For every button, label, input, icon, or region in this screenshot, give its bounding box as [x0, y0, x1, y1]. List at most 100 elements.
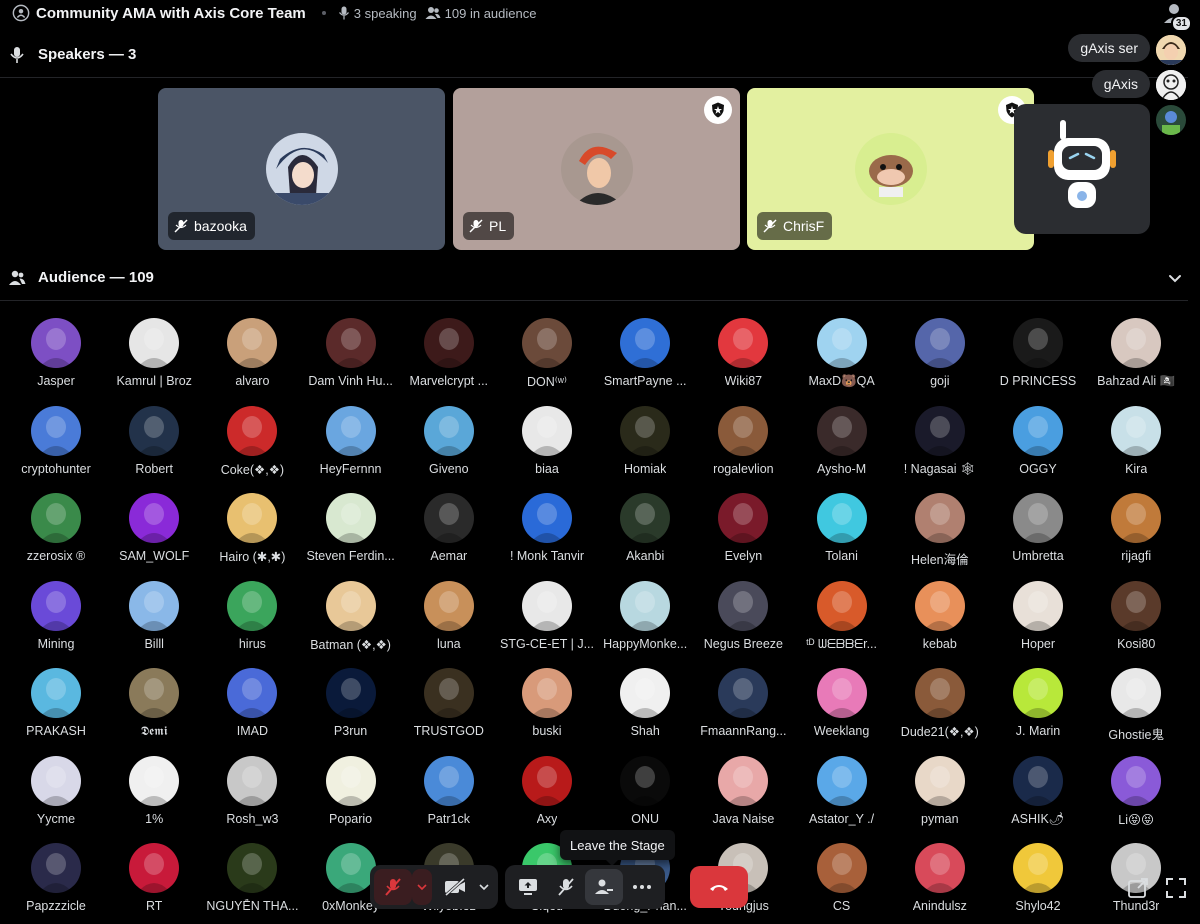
inbox-button[interactable]: 31 [1162, 2, 1192, 32]
audience-member[interactable]: J. Marin [989, 660, 1087, 747]
audience-member[interactable]: Weeklang [793, 660, 891, 747]
speaker-tile[interactable]: bazooka [158, 88, 445, 250]
audience-member[interactable]: Billl [105, 573, 203, 660]
audience-member[interactable]: DON⁽ʷ⁾ [498, 310, 596, 397]
audience-member[interactable]: Yycme [7, 748, 105, 835]
audience-member[interactable]: PRAKASH [7, 660, 105, 747]
audience-member[interactable]: Umbretta [989, 485, 1087, 572]
stage-user-pill[interactable]: gAxis [1091, 70, 1150, 98]
audience-member[interactable]: Patr1ck [400, 748, 498, 835]
audience-member[interactable]: Robert [105, 398, 203, 485]
audience-member[interactable]: Tolani [793, 485, 891, 572]
audience-member[interactable]: Homiak [596, 398, 694, 485]
audience-member[interactable]: Coke(❖,❖) [203, 398, 301, 485]
audience-member[interactable]: ! Monk Tanvir [498, 485, 596, 572]
audience-member[interactable]: Batman (❖,❖) [302, 573, 400, 660]
audience-member[interactable]: luna [400, 573, 498, 660]
audience-member[interactable]: TRUSTGOD [400, 660, 498, 747]
audience-member[interactable]: IMAD [203, 660, 301, 747]
audience-member[interactable]: Jasper [7, 310, 105, 397]
audience-member[interactable]: P3run [302, 660, 400, 747]
audience-member[interactable]: CS [793, 835, 891, 922]
audience-member[interactable]: HappyMonke... [596, 573, 694, 660]
video-options-button[interactable] [474, 869, 494, 905]
audience-member[interactable]: Hairo (✱,✱) [203, 485, 301, 572]
speaker-tile[interactable]: ChrisF [747, 88, 1034, 250]
audience-member[interactable]: Java Naise [694, 748, 792, 835]
audience-member[interactable]: Aemar [400, 485, 498, 572]
audience-member[interactable]: Shah [596, 660, 694, 747]
fullscreen-icon[interactable] [1164, 876, 1188, 900]
audience-member[interactable]: FmaannRang... [694, 660, 792, 747]
audience-member[interactable]: 1% [105, 748, 203, 835]
audience-member[interactable]: RT [105, 835, 203, 922]
audience-member[interactable]: MaxD🐻QA [793, 310, 891, 397]
camera-toggle-button[interactable] [436, 869, 474, 905]
audience-member[interactable]: Popario [302, 748, 400, 835]
audience-member[interactable]: ᵗᴰ ᗯᗴᗷᗷᗴr... [793, 573, 891, 660]
microphone-toggle-button[interactable] [374, 869, 412, 905]
speaker-tile[interactable]: PL [453, 88, 740, 250]
audience-member[interactable]: D PRINCESS [989, 310, 1087, 397]
audience-member[interactable]: ONU [596, 748, 694, 835]
audience-member[interactable]: zzerosix ® [7, 485, 105, 572]
audience-member[interactable]: Kosi80 [1087, 573, 1185, 660]
audience-member[interactable]: Rosh_w3 [203, 748, 301, 835]
audience-member[interactable]: 𝕯𝖊𝖒𝖎 [105, 660, 203, 747]
bot-avatar-card[interactable] [1014, 104, 1150, 234]
audience-member[interactable]: Giveno [400, 398, 498, 485]
audience-member[interactable]: SAM_WOLF [105, 485, 203, 572]
audience-member[interactable]: OGGY [989, 398, 1087, 485]
screen-share-button[interactable] [509, 869, 547, 905]
audience-member[interactable]: Dude21(❖,❖) [891, 660, 989, 747]
audience-member[interactable]: Mining [7, 573, 105, 660]
audience-member[interactable]: Astator_Y ./ [793, 748, 891, 835]
more-options-button[interactable] [623, 869, 661, 905]
popout-icon[interactable] [1126, 876, 1150, 900]
audience-member[interactable]: buski [498, 660, 596, 747]
audience-member[interactable]: Kira [1087, 398, 1185, 485]
audience-member[interactable]: NGUYỄN THA... [203, 835, 301, 922]
audience-member[interactable]: Papzzzicle [7, 835, 105, 922]
audience-member[interactable]: pyman [891, 748, 989, 835]
audience-header[interactable]: Audience — 109 [0, 255, 1188, 301]
audience-member[interactable]: Steven Ferdin... [302, 485, 400, 572]
chevron-down-icon[interactable] [1166, 269, 1184, 287]
avatar[interactable] [1156, 70, 1186, 100]
audience-member[interactable]: Li😝😝 [1087, 748, 1185, 835]
audience-member[interactable]: Helen海倫 [891, 485, 989, 572]
audience-member[interactable]: hirus [203, 573, 301, 660]
stage-user-pill[interactable]: gAxis ser [1068, 34, 1150, 62]
audience-member[interactable]: biaa [498, 398, 596, 485]
audience-member[interactable]: cryptohunter [7, 398, 105, 485]
audience-member[interactable]: Axy [498, 748, 596, 835]
audience-member[interactable]: Akanbi [596, 485, 694, 572]
audience-member[interactable]: Shylo42 [989, 835, 1087, 922]
audience-member[interactable]: Dam Vinh Hu... [302, 310, 400, 397]
avatar[interactable] [1156, 105, 1186, 135]
audience-member[interactable]: kebab [891, 573, 989, 660]
leave-stage-button[interactable] [585, 869, 623, 905]
audience-member[interactable]: alvaro [203, 310, 301, 397]
audience-member[interactable]: Aysho-M [793, 398, 891, 485]
audience-member[interactable]: Evelyn [694, 485, 792, 572]
audience-member[interactable]: rijagfi [1087, 485, 1185, 572]
audience-member[interactable]: Hoper [989, 573, 1087, 660]
move-to-audience-button[interactable] [547, 869, 585, 905]
audience-member[interactable]: rogalevlion [694, 398, 792, 485]
audience-member[interactable]: Marvelcrypt ... [400, 310, 498, 397]
audience-member[interactable]: Ghostie鬼 [1087, 660, 1185, 747]
disconnect-button[interactable] [690, 866, 748, 908]
audience-member[interactable]: SmartPayne ... [596, 310, 694, 397]
audience-member[interactable]: Negus Breeze [694, 573, 792, 660]
audience-member[interactable]: Bahzad Ali 🏴‍☠️ [1087, 310, 1185, 397]
audience-member[interactable]: ASHIK🌶 [989, 748, 1087, 835]
audience-member[interactable]: goji [891, 310, 989, 397]
audience-member[interactable]: Wiki87 [694, 310, 792, 397]
audience-member[interactable]: Anindulsz [891, 835, 989, 922]
audience-member[interactable]: HeyFernnn [302, 398, 400, 485]
audience-member[interactable]: Kamrul | Broz [105, 310, 203, 397]
audience-member[interactable]: STG-CE-ET | J... [498, 573, 596, 660]
avatar[interactable] [1156, 35, 1186, 65]
audience-member[interactable]: ! Nagasai 🕸 [891, 398, 989, 485]
